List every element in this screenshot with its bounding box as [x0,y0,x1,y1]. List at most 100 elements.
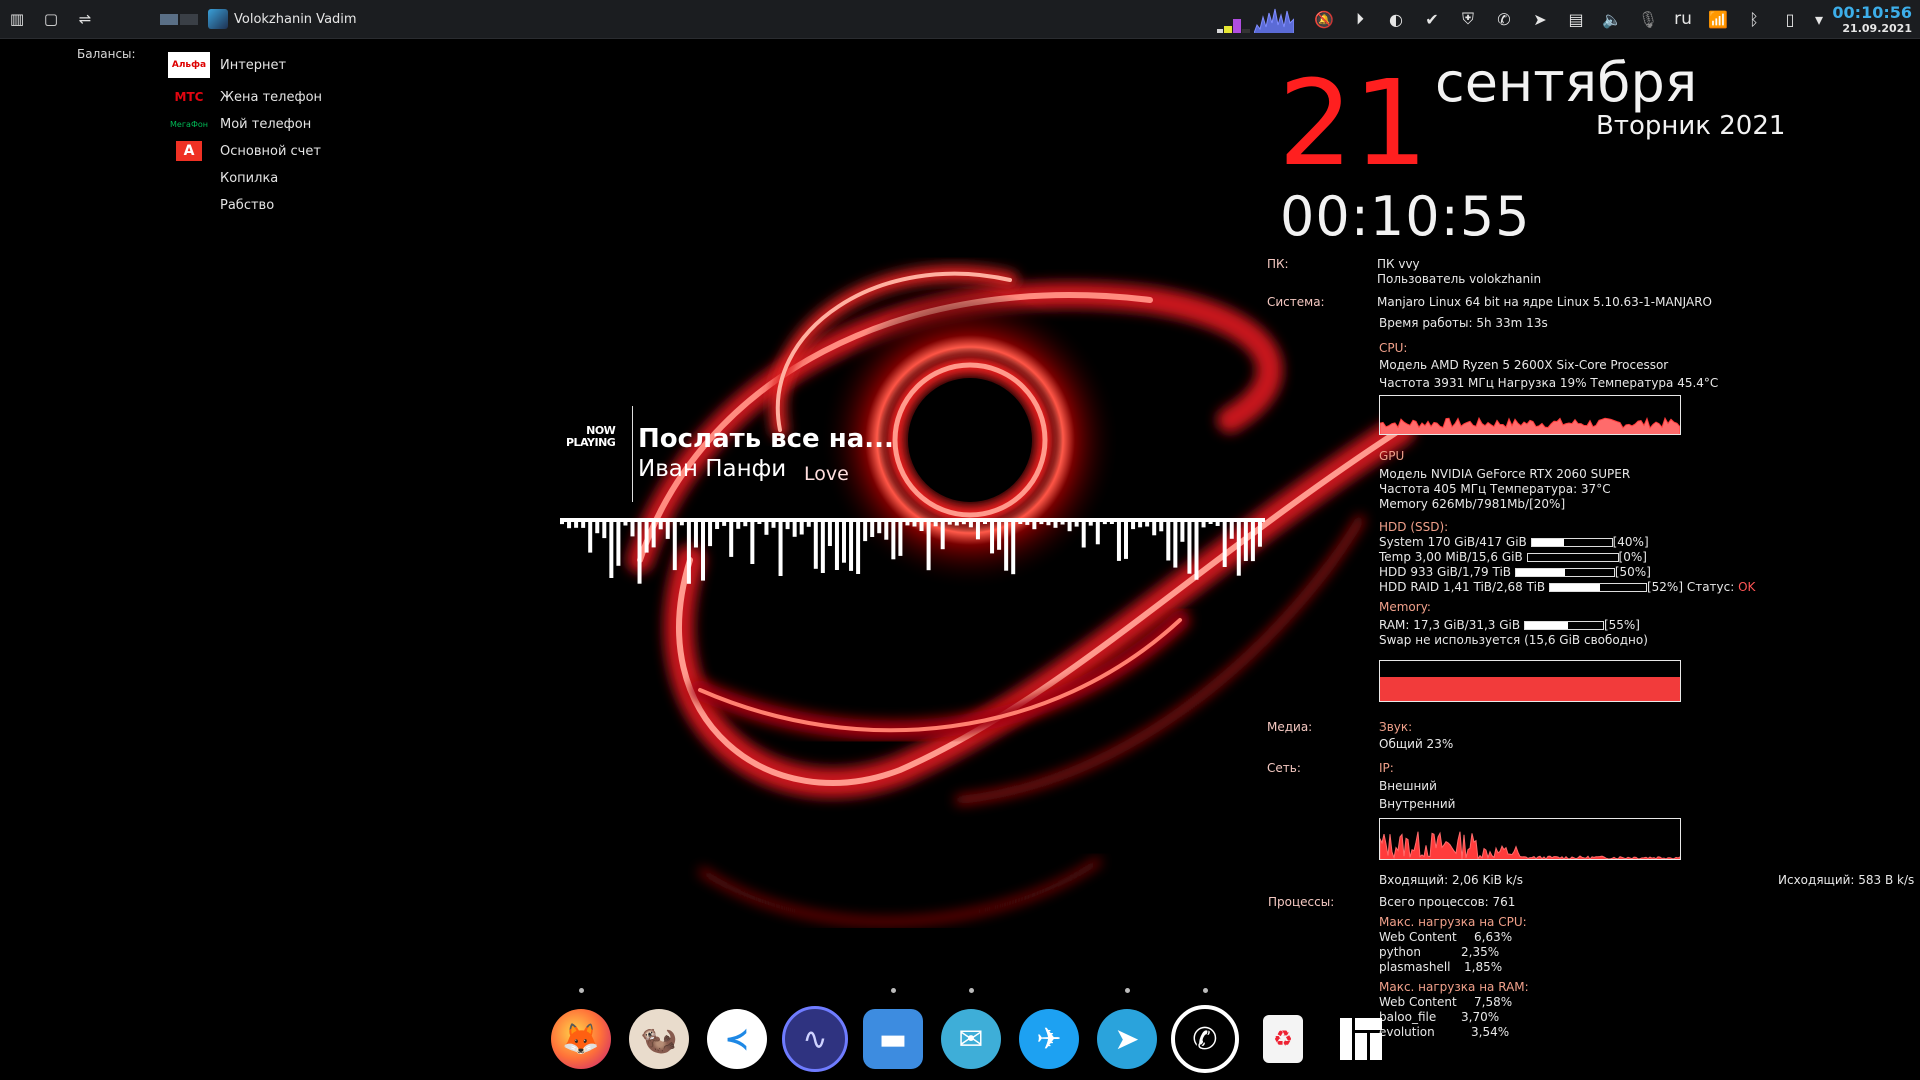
balance-item-main-account[interactable]: А Основной счет [168,138,321,164]
visualizer-bar [1152,520,1157,536]
system-tray: 🔕 ⏵ ◐ ✔ ⛨ ✆ ➤ ▤ 🔈 🎙 ru 📶 ᛒ ▯ ▾ 00:10:56 … [1217,0,1920,38]
window-switch-icon[interactable]: ⇌ [68,0,102,38]
notifications-muted-icon[interactable]: 🔕 [1306,0,1342,38]
visualizer-bar [898,520,903,556]
firefox-icon: 🦊 [551,1009,611,1069]
user-name: Пользователь volokzhanin [1377,272,1542,286]
net-incoming: Входящий: 2,06 KiB k/s [1379,873,1523,887]
update-ok-icon[interactable]: ✔ [1414,0,1450,38]
running-indicator [891,988,896,993]
taskbar-item[interactable]: Volokzhanin Vadim [208,9,357,29]
wifi-icon[interactable]: 📶 [1700,0,1736,38]
balance-item-my-phone[interactable]: МегаФон Мой телефон [168,111,311,137]
dock-app-firefox[interactable]: 🦊 [542,986,620,1080]
time-display: 00:10:55 [1280,185,1531,248]
visualizer-bar [1074,520,1079,527]
dock-app-telegram[interactable]: ➤ [1088,986,1166,1080]
gpu-label: GPU [1379,449,1405,463]
trash-icon: ♻ [1263,1015,1303,1063]
visualizer-bar [560,520,564,525]
visualizer-bar [785,520,790,530]
visualizer-bar [975,520,980,540]
app-menu-icon[interactable]: ▥ [0,0,34,38]
visualizer-bar [997,520,1002,550]
visualizer-bar [968,520,973,528]
show-desktop-icon[interactable]: ▢ [34,0,68,38]
dock-app-sky[interactable]: ✈ [1010,986,1088,1080]
visualizer-bar [905,520,910,526]
volume-icon[interactable]: 🔈 [1594,0,1630,38]
balance-label: Копилка [220,170,279,186]
visualizer-bar [940,520,945,550]
top-cpu-row: plasmashell 1,85% [1379,960,1503,974]
whatsapp-icon: ✆ [1171,1005,1239,1073]
now-playing-separator [632,406,633,502]
media-player-icon[interactable]: ⏵ [1342,0,1378,38]
visualizer-bar [1173,520,1178,568]
cpu-graph-icon [1254,8,1294,33]
dock-app-mail[interactable]: ✉ [932,986,1010,1080]
desktop-pager[interactable] [160,13,198,25]
ip-internal: Внутренний [1379,797,1456,811]
visualizer-bar [933,520,938,527]
visualizer-bar [588,520,593,553]
visualizer-bar [1180,520,1185,542]
visualizer-bar [1131,520,1136,530]
processes-total: Всего процессов: 761 [1379,895,1516,909]
dock-app-vscode[interactable]: ≺ [698,986,776,1080]
vpn-shield-icon[interactable]: ⛨ [1450,0,1486,38]
visualizer-bar [849,520,854,571]
visualizer-bar [856,520,861,574]
keyboard-layout-indicator[interactable]: ru [1666,0,1700,38]
visualizer-bar [701,520,705,581]
telegram-tray-icon[interactable]: ➤ [1522,0,1558,38]
vscode-icon: ≺ [707,1009,767,1069]
visualizer-bar [1257,520,1262,547]
network-graph [1379,818,1681,860]
cpu-label: CPU: [1379,341,1408,355]
night-color-icon[interactable]: ◐ [1378,0,1414,38]
visualizer-bar [658,520,663,530]
microphone-icon[interactable]: 🎙 [1630,0,1666,38]
clipboard-icon[interactable]: ▤ [1558,0,1594,38]
dock-app-whatsapp[interactable]: ✆ [1166,986,1244,1080]
balance-item-piggy[interactable]: Копилка [168,165,278,191]
visualizer-bar [1243,520,1248,561]
uptime: Время работы: 5h 33m 13s [1379,316,1548,330]
balance-item-slavery[interactable]: Рабство [168,192,274,218]
tray-expand-arrow-icon[interactable]: ▾ [1808,0,1830,38]
system-load-meters[interactable] [1217,5,1294,33]
visualizer-bar [842,520,846,563]
whatsapp-tray-icon[interactable]: ✆ [1486,0,1522,38]
gpu-memory: Memory 626Mb/7981Mb/[20%] [1379,497,1566,511]
cpu-model: Модель AMD Ryzen 5 2600X Six-Core Proces… [1379,358,1669,372]
disk-usage-bar [1526,553,1619,562]
desktop-1[interactable] [160,13,178,25]
dock-app-manjaro[interactable] [1322,986,1400,1080]
dock-app-otter[interactable]: 🦦 [620,986,698,1080]
bluetooth-icon[interactable]: ᛒ [1736,0,1772,38]
battery-icon[interactable]: ▯ [1772,0,1808,38]
system-info: Manjaro Linux 64 bit на ядре Linux 5.10.… [1377,295,1712,309]
balance-item-internet[interactable]: Альфа Интернет [168,52,286,78]
disk-usage-bar [1514,568,1615,577]
balance-label: Рабство [220,197,275,213]
desktop-2[interactable] [180,13,198,25]
visualizer-bar [1039,520,1044,525]
visualizer-bar [602,520,607,539]
digital-clock[interactable]: 00:10:56 21.09.2021 [1830,4,1920,34]
dock-app-audio-analyzer[interactable]: ∿ [776,986,854,1080]
top-ram-label: Макс. нагрузка на RAM: [1379,980,1529,994]
dock-app-trash[interactable]: ♻ [1244,986,1322,1080]
balance-item-wife-phone[interactable]: МТС Жена телефон [168,84,323,110]
visualizer-bar [686,520,691,584]
visualizer-bar [1095,520,1100,545]
pc-name: ПК vvy [1377,257,1420,271]
ram-usage-bar [1523,621,1604,630]
task-title: Volokzhanin Vadim [234,11,357,27]
swap-usage: Swap не используется (15,6 GiB свободно) [1379,633,1648,647]
visualizer-bar [806,520,811,527]
dock-app-files[interactable]: ▬ [854,986,932,1080]
balance-label: Основной счет [220,143,321,159]
visualizer-bar [1053,520,1058,528]
